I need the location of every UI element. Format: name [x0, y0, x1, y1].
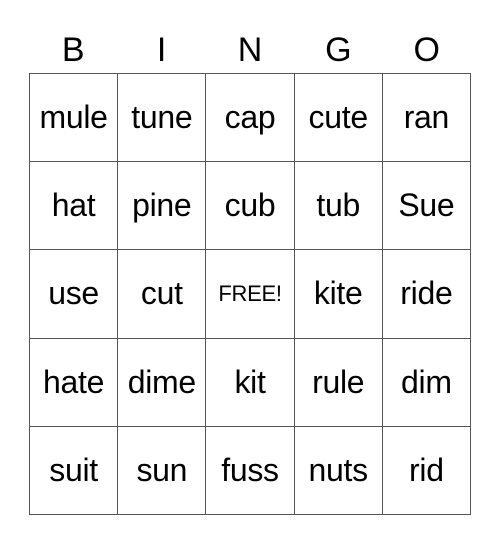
bingo-grid: mule tune cap cute ran hat pine cub tub …	[29, 73, 471, 515]
bingo-cell[interactable]: dim	[382, 338, 471, 427]
bingo-cell[interactable]: ride	[382, 250, 471, 339]
bingo-cell[interactable]: fuss	[206, 426, 295, 515]
bingo-cell[interactable]: kit	[206, 338, 295, 427]
bingo-cell[interactable]: Sue	[382, 162, 471, 251]
bingo-cell[interactable]: cut	[118, 250, 207, 339]
bingo-cell[interactable]: mule	[30, 74, 119, 163]
bingo-cell[interactable]: cub	[206, 162, 295, 251]
header-letter-i: I	[156, 31, 167, 69]
bingo-cell[interactable]: tune	[118, 74, 207, 163]
bingo-cell[interactable]: dime	[118, 338, 207, 427]
header-letter-o: O	[413, 31, 440, 69]
bingo-cell[interactable]: cute	[294, 74, 383, 163]
header-letter-g: G	[325, 31, 352, 69]
bingo-cell[interactable]: hate	[30, 338, 119, 427]
bingo-cell[interactable]: rid	[382, 426, 471, 515]
bingo-cell[interactable]: tub	[294, 162, 383, 251]
bingo-cell[interactable]: nuts	[294, 426, 383, 515]
header-letter-n: N	[237, 31, 263, 69]
free-space-cell[interactable]: FREE!	[206, 250, 295, 339]
bingo-cell[interactable]: use	[30, 250, 119, 339]
bingo-cell[interactable]: hat	[30, 162, 119, 251]
header-letter-b: B	[61, 31, 85, 69]
bingo-header: B I N G O	[29, 30, 471, 70]
bingo-cell[interactable]: ran	[382, 74, 471, 163]
bingo-cell[interactable]: cap	[206, 74, 295, 163]
bingo-cell[interactable]: sun	[118, 426, 207, 515]
bingo-cell[interactable]: pine	[118, 162, 207, 251]
bingo-cell[interactable]: kite	[294, 250, 383, 339]
bingo-cell[interactable]: suit	[30, 426, 119, 515]
bingo-cell[interactable]: rule	[294, 338, 383, 427]
